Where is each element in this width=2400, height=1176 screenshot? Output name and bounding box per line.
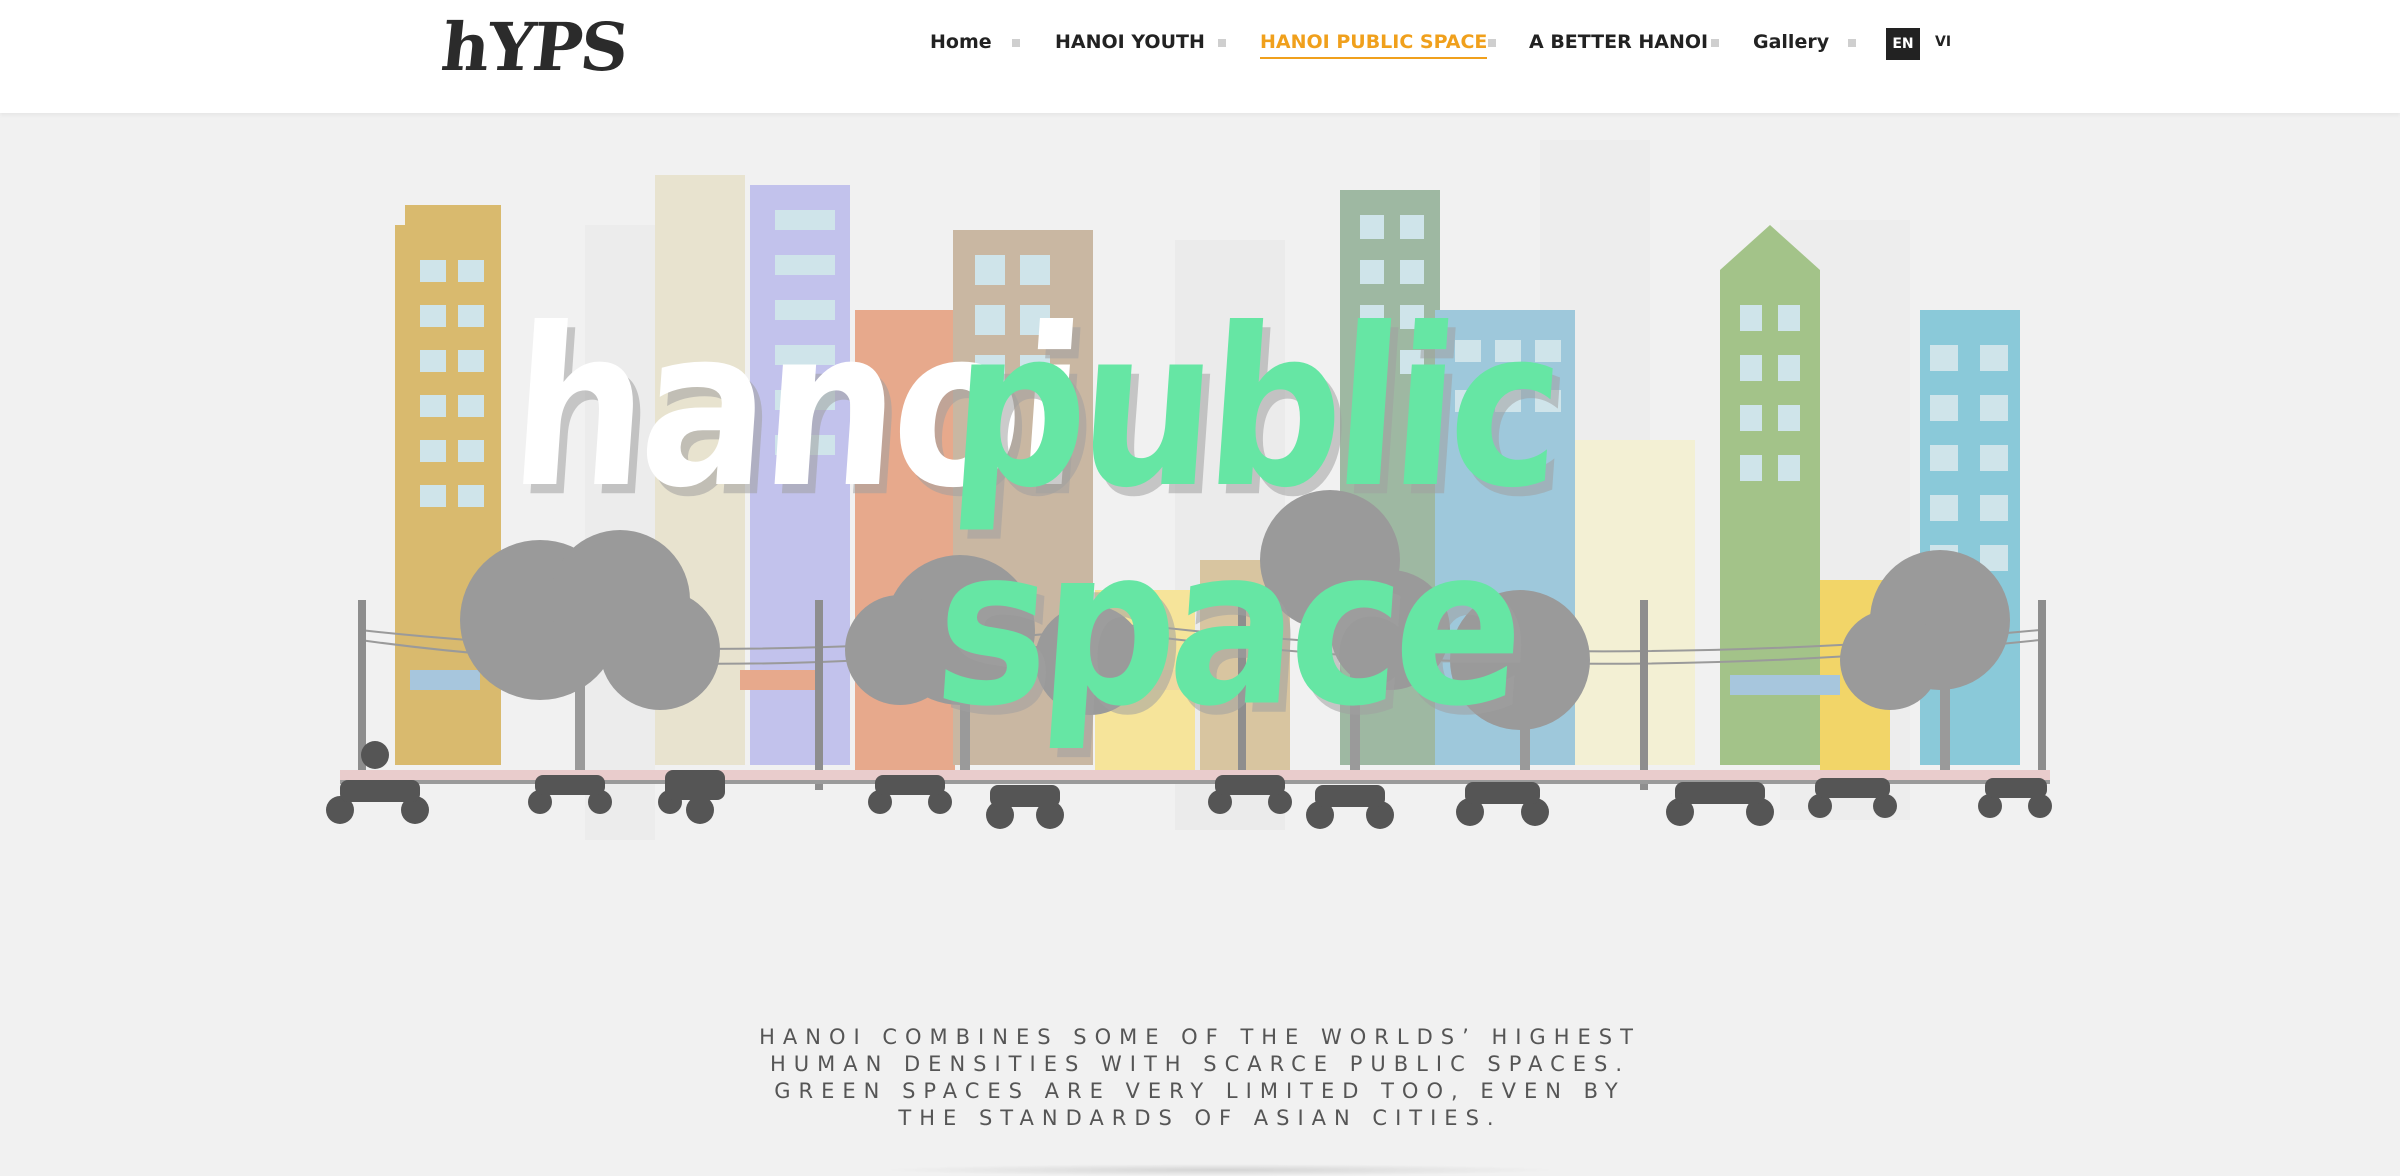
nav-separator [1012,39,1020,47]
intro-text: HANOI COMBINES SOME OF THE WORLDS’ HIGHE… [600,1024,1800,1132]
nav-a-better-hanoi[interactable]: A BETTER HANOI [1529,31,1708,53]
nav-gallery[interactable]: Gallery [1753,31,1829,53]
intro-line: THE STANDARDS OF ASIAN CITIES. [898,1106,1502,1130]
hero-title: hanoi public space [504,282,1920,755]
intro-line: GREEN SPACES ARE VERY LIMITED TOO, EVEN … [774,1079,1626,1103]
section-divider-shadow [880,1164,1560,1176]
intro-line: HANOI COMBINES SOME OF THE WORLDS’ HIGHE… [759,1025,1641,1049]
nav-separator [1848,39,1856,47]
site-logo[interactable]: hYPS [438,8,631,86]
nav-separator [1218,39,1226,47]
hero-title-public-space: public space [928,281,1564,755]
language-vi-button[interactable]: VI [1935,34,1951,50]
nav-hanoi-public-space[interactable]: HANOI PUBLIC SPACE [1260,31,1488,59]
nav-separator [1488,39,1496,47]
intro-line: HUMAN DENSITIES WITH SCARCE PUBLIC SPACE… [769,1052,1630,1076]
nav-hanoi-youth[interactable]: HANOI YOUTH [1055,31,1205,53]
site-header: hYPS Home HANOI YOUTH HANOI PUBLIC SPACE… [0,0,2400,113]
nav-home[interactable]: Home [930,31,992,53]
language-en-button[interactable]: EN [1886,28,1920,60]
nav-separator [1711,39,1719,47]
